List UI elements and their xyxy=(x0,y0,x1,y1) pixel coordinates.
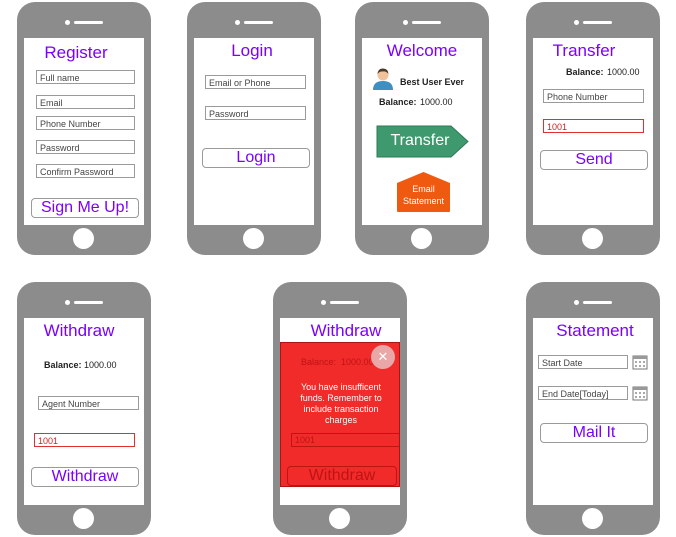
camera-icon xyxy=(65,300,70,305)
start-date-input[interactable]: Start Date xyxy=(538,355,628,369)
statement-label: Statement xyxy=(402,196,445,206)
transfer-phone: Transfer Balance: 1000.00 Phone Number 1… xyxy=(526,2,660,255)
speaker-icon xyxy=(412,21,441,24)
withdraw-error-screen: Withdraw Balance: 1000.00 ✕ You have ins… xyxy=(280,318,400,505)
error-message: You have insufficent funds. Remember to … xyxy=(300,382,382,425)
page-title: Withdraw xyxy=(43,321,115,340)
page-title: Withdraw xyxy=(310,321,382,340)
fullname-input[interactable]: Full name xyxy=(36,70,135,84)
amount-input[interactable]: 1001 xyxy=(34,433,135,447)
amount-input[interactable]: 1001 xyxy=(291,433,400,447)
sign-up-button[interactable]: Sign Me Up! xyxy=(31,198,139,218)
home-button[interactable] xyxy=(73,508,94,529)
calendar-icon[interactable] xyxy=(632,384,648,401)
camera-icon xyxy=(321,300,326,305)
page-title: Transfer xyxy=(552,41,616,60)
home-button[interactable] xyxy=(73,228,94,249)
withdraw-error-phone: Withdraw Balance: 1000.00 ✕ You have ins… xyxy=(273,282,407,535)
send-button[interactable]: Send xyxy=(540,150,648,170)
error-overlay[interactable]: Balance: 1000.00 ✕ You have insufficent … xyxy=(280,342,400,487)
home-button[interactable] xyxy=(582,228,603,249)
speaker-icon xyxy=(583,301,612,304)
email-statement-button[interactable]: Email Statement xyxy=(396,171,451,213)
email-label: Email xyxy=(412,184,435,194)
email-or-phone-input[interactable]: Email or Phone xyxy=(205,75,306,89)
camera-icon xyxy=(403,20,408,25)
home-button[interactable] xyxy=(329,508,350,529)
balance-value: 1000.00 xyxy=(420,97,453,107)
login-button[interactable]: Login xyxy=(202,148,310,168)
camera-icon xyxy=(574,20,579,25)
close-button[interactable]: ✕ xyxy=(371,345,395,369)
password-input[interactable]: Password xyxy=(205,106,306,120)
amount-input[interactable]: 1001 xyxy=(543,119,644,133)
transfer-button[interactable]: Transfer xyxy=(375,125,470,158)
user-avatar-icon xyxy=(373,68,393,90)
confirm-password-input[interactable]: Confirm Password xyxy=(36,164,135,178)
withdraw-button[interactable]: Withdraw xyxy=(287,466,397,486)
balance-value: 1000.00 xyxy=(607,67,640,77)
mail-it-button[interactable]: Mail It xyxy=(540,423,648,443)
balance-label: Balance: xyxy=(44,360,82,370)
close-icon: ✕ xyxy=(377,349,389,364)
balance-label: Balance: xyxy=(301,357,337,367)
camera-icon xyxy=(65,20,70,25)
withdraw-screen: Withdraw Balance: 1000.00 Agent Number 1… xyxy=(24,318,144,505)
balance-value: 1000.00 xyxy=(84,360,117,370)
speaker-icon xyxy=(74,301,103,304)
page-title: Register xyxy=(44,43,108,62)
page-title: Statement xyxy=(556,321,634,340)
speaker-icon xyxy=(74,21,103,24)
register-phone: Register Full name Email Phone Number Pa… xyxy=(17,2,151,255)
email-input[interactable]: Email xyxy=(36,95,135,109)
balance-label: Balance: xyxy=(566,67,604,77)
agent-number-input[interactable]: Agent Number xyxy=(38,396,139,410)
end-date-input[interactable]: End Date[Today] xyxy=(538,386,628,400)
statement-phone: Statement Start Date End Date[Today] Mai… xyxy=(526,282,660,535)
withdraw-button[interactable]: Withdraw xyxy=(31,467,139,487)
home-button[interactable] xyxy=(411,228,432,249)
camera-icon xyxy=(574,300,579,305)
home-button[interactable] xyxy=(243,228,264,249)
phone-input[interactable]: Phone Number xyxy=(36,116,135,130)
balance-label: Balance: xyxy=(379,97,417,107)
password-input[interactable]: Password xyxy=(36,140,135,154)
camera-icon xyxy=(235,20,240,25)
page-title: Welcome xyxy=(386,41,458,60)
login-phone: Login Email or Phone Password Login xyxy=(187,2,321,255)
home-button[interactable] xyxy=(582,508,603,529)
page-title: Login xyxy=(231,41,273,60)
speaker-icon xyxy=(244,21,273,24)
statement-screen: Statement Start Date End Date[Today] Mai… xyxy=(533,318,653,505)
user-name: Best User Ever xyxy=(400,77,465,87)
speaker-icon xyxy=(330,301,359,304)
transfer-screen: Transfer Balance: 1000.00 Phone Number 1… xyxy=(533,38,653,225)
calendar-icon[interactable] xyxy=(632,353,648,370)
welcome-screen: Welcome Best User Ever Balance: 1000.00 … xyxy=(362,38,482,225)
speaker-icon xyxy=(583,21,612,24)
transfer-label: Transfer xyxy=(390,132,450,149)
login-screen: Login Email or Phone Password Login xyxy=(194,38,314,225)
phone-number-input[interactable]: Phone Number xyxy=(543,89,644,103)
balance-value: 1000.00 xyxy=(341,357,374,367)
welcome-phone: Welcome Best User Ever Balance: 1000.00 … xyxy=(355,2,489,255)
withdraw-phone: Withdraw Balance: 1000.00 Agent Number 1… xyxy=(17,282,151,535)
register-screen: Register Full name Email Phone Number Pa… xyxy=(24,38,144,225)
